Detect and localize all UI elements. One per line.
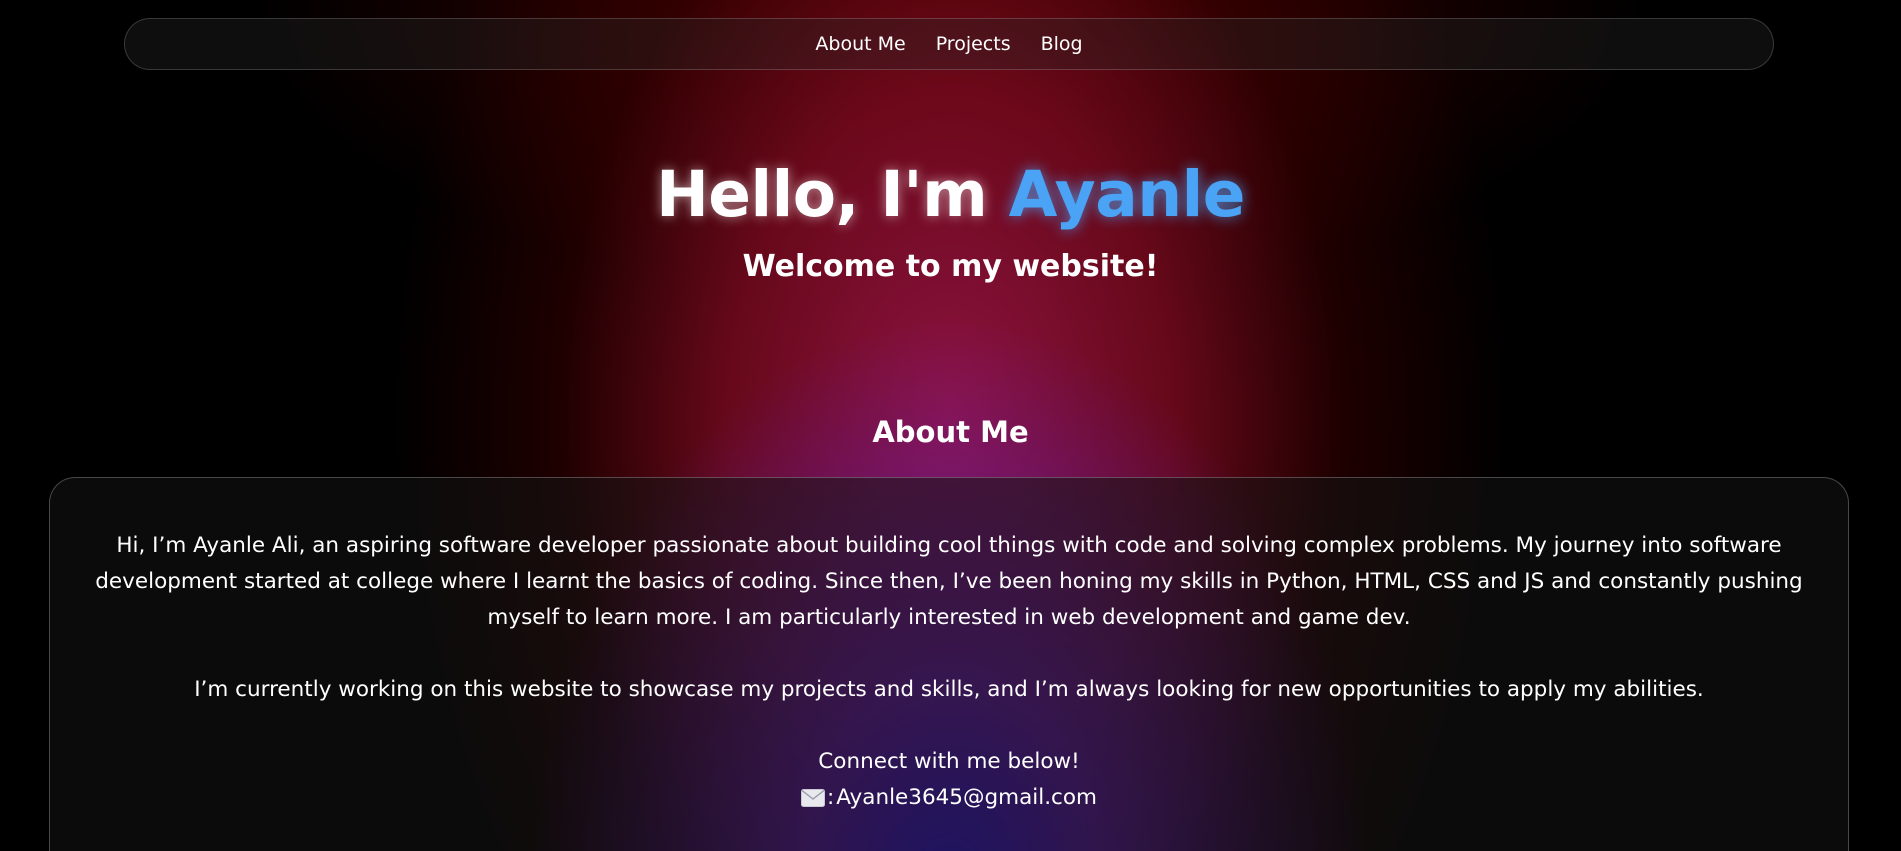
navbar: About Me Projects Blog <box>124 18 1774 70</box>
page: About Me Projects Blog Hello, I'm Ayanle… <box>0 0 1901 851</box>
about-card: Hi, I’m Ayanle Ali, an aspiring software… <box>49 477 1849 851</box>
about-paragraph-1: Hi, I’m Ayanle Ali, an aspiring software… <box>95 533 1803 630</box>
hero-section: Hello, I'm Ayanle Welcome to my website! <box>0 155 1901 289</box>
email-row: : Ayanle3645@gmail.com <box>72 780 1826 819</box>
nav-link-blog[interactable]: Blog <box>1041 33 1083 55</box>
about-heading: About Me <box>872 415 1029 449</box>
email-link[interactable]: Ayanle3645@gmail.com <box>836 780 1097 816</box>
about-paragraph-2: I’m currently working on this website to… <box>194 677 1704 702</box>
nav-link-projects[interactable]: Projects <box>936 33 1011 55</box>
hero-subtitle: Welcome to my website! <box>742 249 1159 284</box>
hero-name: Ayanle <box>1008 158 1246 231</box>
nav-link-about-me[interactable]: About Me <box>815 33 905 55</box>
email-separator: : <box>827 785 835 810</box>
hero-greeting: Hello, I'm <box>656 158 1009 231</box>
mail-icon <box>801 789 826 807</box>
hero-title: Hello, I'm Ayanle <box>0 155 1901 235</box>
connect-text: Connect with me below! <box>818 749 1080 774</box>
